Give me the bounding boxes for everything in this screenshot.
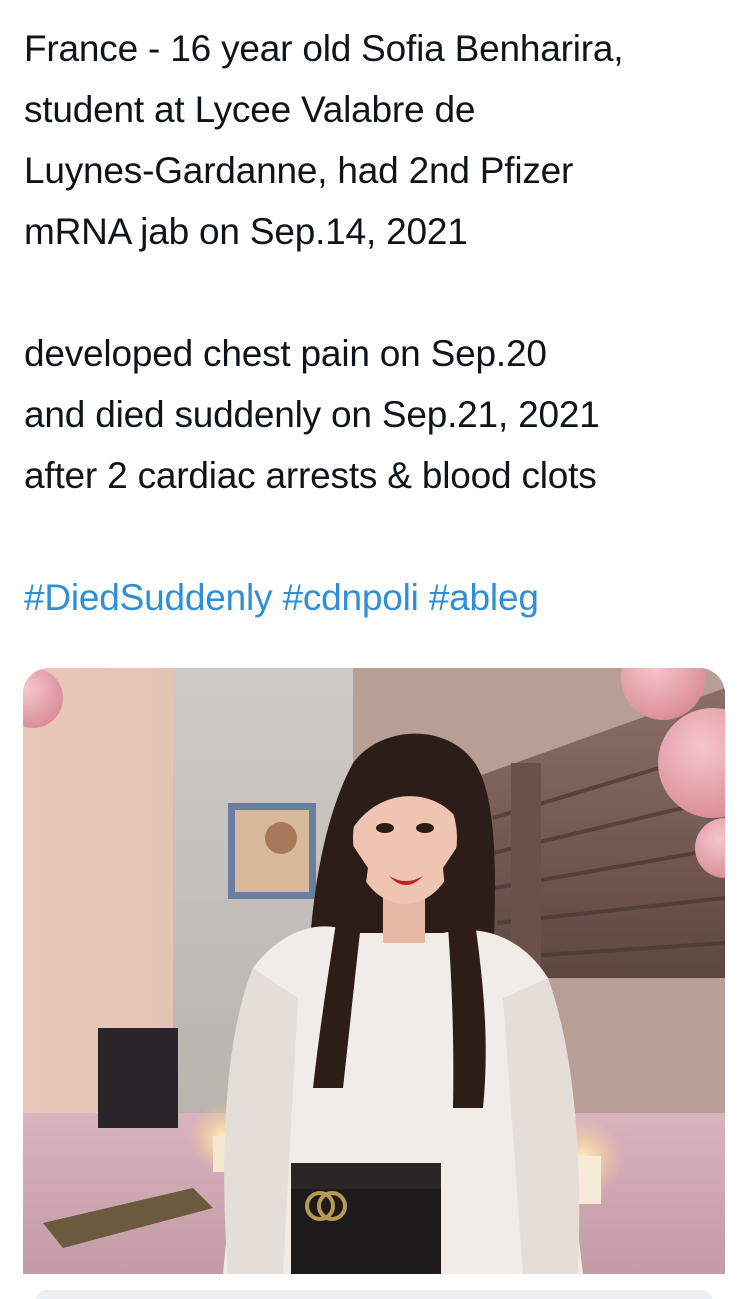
bottom-sheet-handle [36, 1290, 712, 1299]
tweet-line: France - 16 year old Sofia Benharira, [24, 28, 624, 69]
tweet-photo[interactable] [23, 668, 725, 1274]
tweet-line: developed chest pain on Sep.20 [24, 333, 547, 374]
tweet-line: and died suddenly on Sep.21, 2021 [24, 394, 600, 435]
hashtag-link[interactable]: #cdnpoli [282, 577, 418, 618]
tweet-line: after 2 cardiac arrests & blood clots [24, 455, 597, 496]
tweet-line: Luynes-Gardanne, had 2nd Pfizer [24, 150, 574, 191]
photo-icon [23, 668, 725, 1274]
tweet-text: France - 16 year old Sofia Benharira, st… [24, 18, 736, 628]
hashtag-link[interactable]: #ableg [429, 577, 539, 618]
tweet-line: mRNA jab on Sep.14, 2021 [24, 211, 468, 252]
tweet-line: student at Lycee Valabre de [24, 89, 476, 130]
hashtag-line: #DiedSuddenly #cdnpoli #ableg [24, 567, 736, 628]
hashtag-link[interactable]: #DiedSuddenly [24, 577, 273, 618]
